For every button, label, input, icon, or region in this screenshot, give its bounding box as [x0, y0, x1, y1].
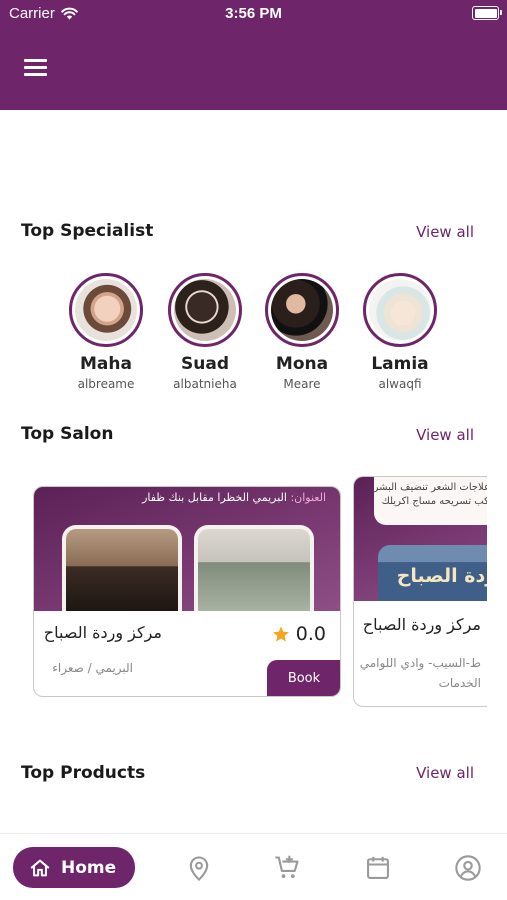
status-time: 3:56 PM [225, 5, 282, 22]
salons-view-all-link[interactable]: View all [416, 426, 474, 444]
top-products-title: Top Products [21, 763, 146, 783]
avatar [363, 273, 437, 347]
salon-location: البريمي / صعراء [52, 661, 133, 675]
salon-photo: وردة الصباح [378, 545, 487, 601]
specialist-name: Mona [275, 354, 329, 374]
specialist-name: Suad [181, 354, 229, 374]
bottom-tab-bar: Home [0, 833, 507, 900]
products-view-all-link[interactable]: View all [416, 764, 474, 782]
salon-photo [62, 525, 182, 611]
specialists-view-all-link[interactable]: View all [416, 223, 474, 241]
status-bar: Carrier 3:56 PM [0, 0, 507, 28]
specialist-username: alwaqfi [378, 377, 422, 391]
salon-location-line: ط-السيب- وادي اللوامي [359, 656, 481, 670]
specialist-name: Maha [80, 354, 132, 374]
salon-banner-image: العنوان: البريمي الخظرا مقابل بنك ظفار [34, 487, 340, 611]
home-icon [30, 859, 50, 876]
specialist-username: Meare [283, 377, 321, 391]
salon-photo [194, 525, 314, 611]
cart-add-icon[interactable] [273, 854, 301, 882]
specialist-username: albreame [77, 377, 135, 391]
specialist-card[interactable]: Mona Meare [262, 273, 342, 391]
avatar [265, 273, 339, 347]
salon-rating: 0.0 [272, 623, 326, 645]
salon-card[interactable]: ر علاجات الشعر تنضيف البشره ميكب تسريحه … [353, 476, 487, 707]
top-salon-title: Top Salon [21, 424, 114, 444]
specialist-name: Lamia [371, 354, 429, 374]
banner-address-label: العنوان: [290, 491, 326, 504]
specialist-card[interactable]: Maha albreame [66, 273, 146, 391]
battery-icon [472, 6, 502, 20]
location-pin-icon[interactable] [185, 854, 213, 882]
salon-banner-image: ر علاجات الشعر تنضيف البشره ميكب تسريحه … [354, 477, 487, 601]
salon-sign-text: وردة الصباح [396, 565, 487, 587]
top-specialist-title: Top Specialist [21, 221, 154, 241]
salon-name: مركز وردة الصباح [362, 615, 481, 634]
calendar-icon[interactable] [364, 854, 392, 882]
salon-banner-address: العنوان: البريمي الخظرا مقابل بنك ظفار [142, 491, 326, 504]
avatar [69, 273, 143, 347]
book-button[interactable]: Book [267, 660, 340, 696]
specialist-card[interactable]: Lamia alwaqfi [360, 273, 440, 391]
salon-location-line: الخدمات [438, 676, 481, 690]
star-icon [272, 626, 289, 642]
salon-location: ط-السيب- وادي اللوامي الخدمات [360, 653, 481, 693]
banner-services-line: ميكب تسريحه مساج اكريلك [381, 496, 487, 507]
app-header: Carrier 3:56 PM [0, 0, 507, 110]
banner-services-line: ر علاجات الشعر تنضيف البشره [374, 482, 487, 493]
rating-value: 0.0 [295, 623, 326, 645]
tab-home[interactable]: Home [13, 847, 135, 888]
salon-banner-services: ر علاجات الشعر تنضيف البشره ميكب تسريحه … [374, 477, 487, 525]
hamburger-menu-icon[interactable] [24, 58, 47, 76]
specialist-card[interactable]: Suad albatnieha [165, 273, 245, 391]
specialist-username: albatnieha [173, 377, 237, 391]
tab-home-label: Home [61, 857, 117, 878]
salon-card[interactable]: العنوان: البريمي الخظرا مقابل بنك ظفار م… [33, 486, 341, 697]
avatar [168, 273, 242, 347]
salon-name: مركز وردة الصباح [43, 623, 162, 642]
profile-icon[interactable] [454, 854, 482, 882]
banner-address-text: البريمي الخظرا مقابل بنك ظفار [142, 491, 287, 504]
